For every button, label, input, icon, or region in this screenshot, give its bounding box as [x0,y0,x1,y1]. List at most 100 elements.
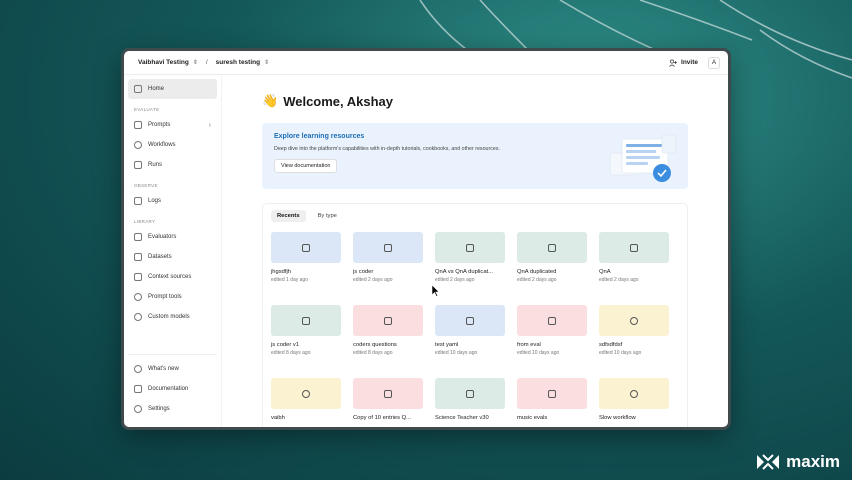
recent-item-card[interactable]: from eval edited 10 days ago [517,305,587,368]
waving-hand-icon: 👋 [262,93,279,108]
sparkle-icon [134,365,142,373]
card-edited-time: edited 2 days ago [435,277,475,283]
mouse-cursor-icon [432,285,440,297]
tool-icon [134,293,142,301]
dataset-icon [548,389,556,398]
sidebar-item-documentation[interactable]: Documentation [128,379,217,399]
project-name: suresh testing [215,59,261,66]
recent-item-card[interactable]: sdfsdfdsf edited 10 days ago [599,305,669,368]
sidebar-item-context-sources[interactable]: Context sources [128,267,217,287]
sidebar-item-datasets[interactable]: Datasets [128,247,217,267]
sidebar-footer: What's new Documentation Settings [128,354,217,419]
dataset-icon [134,253,142,261]
learning-resources-banner: Explore learning resources Deep dive int… [262,123,688,189]
prompt-icon [302,243,310,252]
workspace-name: Vaibhavi Testing [138,59,189,66]
recents-panel: Recents By type jhgsdfjh edited 1 day ago… [262,203,688,427]
view-documentation-button[interactable]: View documentation [274,159,338,173]
prompt-icon [134,121,142,129]
card-thumbnail [353,232,423,263]
sidebar-item-evaluators[interactable]: Evaluators [128,227,217,247]
recent-item-card[interactable]: QnA duplicated edited 2 days ago [517,232,587,295]
card-thumbnail [353,378,423,409]
context-source-icon [134,273,142,281]
card-edited-time: edited 2 days ago [353,277,393,283]
comparison-icon [466,243,474,252]
card-thumbnail [353,305,423,336]
sidebar-item-label: Documentation [148,386,189,392]
invite-label: Invite [681,59,698,66]
dataset-icon [384,316,392,325]
recent-item-card[interactable]: Copy of 10 entries Q... [353,378,423,427]
comparison-icon [302,316,310,325]
card-edited-time: edited 2 days ago [599,277,639,283]
sidebar-item-whats-new[interactable]: What's new [128,359,217,379]
section-library: LIBRARY [134,219,156,224]
card-title: QnA duplicated [517,269,557,275]
tab-by-type[interactable]: By type [312,210,343,222]
gear-icon [134,313,142,321]
sidebar-item-label: Evaluators [148,234,177,240]
workflow-icon [630,316,638,325]
dataset-icon [384,389,392,398]
top-bar: Vaibhavi Testing ⇕ / suresh testing ⇕ In… [124,51,728,75]
prompt-icon [384,243,392,252]
card-title: js coder v1 [271,342,300,348]
card-edited-time: edited 10 days ago [599,350,642,356]
home-icon [134,85,142,93]
sidebar-item-settings[interactable]: Settings [128,399,217,419]
recent-item-card[interactable]: Slow workflow [599,378,669,427]
prompt-icon [466,316,474,325]
card-thumbnail [271,378,341,409]
recent-item-card[interactable]: test yaml edited 10 days ago [435,305,505,368]
workspace-selector[interactable]: Vaibhavi Testing ⇕ [138,59,198,66]
card-thumbnail [599,232,669,263]
evaluator-icon [134,233,142,241]
card-title: QnA [599,269,611,275]
recent-item-card[interactable]: coders questions edited 8 days ago [353,305,423,368]
maxim-logo-icon [757,454,780,470]
logs-icon [134,197,142,205]
card-edited-time: edited 2 days ago [517,277,557,283]
recent-item-card[interactable]: js coder v1 edited 8 days ago [271,305,341,368]
sidebar-item-label: Context sources [148,274,192,280]
card-thumbnail [435,232,505,263]
card-thumbnail [435,305,505,336]
card-title: Slow workflow [599,415,636,421]
sidebar-item-custom-models[interactable]: Custom models [128,307,217,327]
sidebar-item-workflows[interactable]: Workflows [128,135,217,155]
documents-illustration [609,134,677,182]
invite-button[interactable]: Invite [669,59,698,67]
card-title: from eval [517,342,541,348]
recent-item-card[interactable]: QnA edited 2 days ago [599,232,669,295]
card-edited-time: edited 1 day ago [271,277,308,283]
sidebar-item-label: Settings [148,406,170,412]
card-thumbnail [271,305,341,336]
sidebar-item-home[interactable]: Home [128,79,217,99]
sidebar-item-logs[interactable]: Logs [128,191,217,211]
sidebar-item-label: What's new [148,366,179,372]
card-thumbnail [517,232,587,263]
card-title: coders questions [353,342,397,348]
workflow-icon [302,389,310,398]
sidebar-item-runs[interactable]: Runs [128,155,217,175]
recent-item-card[interactable]: music evals [517,378,587,427]
recent-item-card[interactable]: Science Teacher v30 [435,378,505,427]
recent-item-card[interactable]: vaibh [271,378,341,427]
gear-icon [134,405,142,413]
recent-item-card[interactable]: QnA vs QnA duplicat... edited 2 days ago [435,232,505,295]
sidebar-item-prompt-tools[interactable]: Prompt tools [128,287,217,307]
page-title: 👋 Welcome, Akshay [262,91,688,111]
chevron-right-icon: › [208,121,211,129]
project-selector[interactable]: suresh testing ⇕ [216,59,269,66]
recent-item-card[interactable]: js coder edited 2 days ago [353,232,423,295]
section-evaluate: EVALUATE [134,107,160,112]
comparison-icon [466,389,474,398]
tab-recents[interactable]: Recents [271,210,306,222]
user-plus-icon [669,59,678,67]
sidebar-item-prompts[interactable]: Prompts › [128,115,217,135]
card-title: jhgsdfjh [271,269,291,275]
card-thumbnail [599,305,669,336]
recent-item-card[interactable]: jhgsdfjh edited 1 day ago [271,232,341,295]
avatar[interactable]: A [708,56,720,69]
